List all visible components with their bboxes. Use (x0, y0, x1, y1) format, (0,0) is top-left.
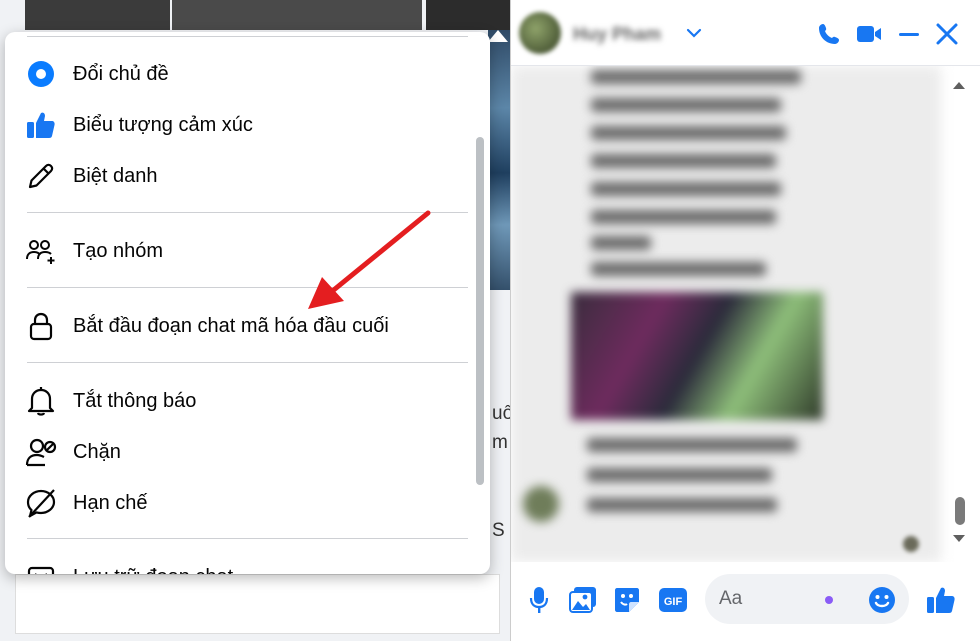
blurred-message-line (591, 210, 776, 224)
create-group-icon (21, 231, 61, 271)
gif-label: GIF (664, 596, 683, 608)
blurred-message-line (587, 468, 772, 482)
contact-name[interactable]: Huy Pham (573, 24, 661, 45)
thumbs-up-icon (21, 105, 61, 145)
blurred-message-line (591, 236, 651, 250)
blurred-message-line (587, 438, 797, 452)
chat-scrollbar-track[interactable] (951, 66, 977, 562)
blurred-message-line (591, 70, 801, 84)
blurred-message-line (591, 154, 776, 168)
background-image-strip (426, 0, 510, 30)
read-receipt-avatar (903, 536, 919, 552)
menu-item-restrict[interactable]: Hạn chế (21, 480, 466, 526)
menu-item-label: Tắt thông báo (73, 389, 197, 412)
chat-header: Huy Pham (511, 0, 980, 66)
chevron-down-icon[interactable] (683, 22, 705, 44)
scroll-up-icon[interactable] (952, 80, 966, 90)
chat-scrollbar-thumb[interactable] (955, 497, 965, 525)
avatar[interactable] (519, 12, 561, 54)
emoji-icon[interactable] (866, 584, 898, 616)
scroll-down-icon[interactable] (952, 534, 966, 544)
blurred-message-line (587, 498, 777, 512)
menu-item-change-theme[interactable]: Đổi chủ đề (21, 51, 466, 97)
blurred-message-line (591, 126, 786, 140)
photo-icon[interactable] (567, 584, 599, 616)
theme-circle-icon (21, 54, 61, 94)
menu-item-label: Đổi chủ đề (73, 62, 169, 85)
phone-icon[interactable] (815, 20, 843, 48)
archive-icon (21, 557, 61, 574)
menu-item-archive-chat[interactable]: Lưu trữ đoạn chat (21, 554, 466, 574)
background-image-strip (172, 0, 422, 30)
chat-window: Huy Pham GIF Aa (510, 0, 980, 641)
gif-icon[interactable]: GIF (657, 584, 689, 616)
blurred-message-line (591, 98, 781, 112)
background-photo (488, 30, 510, 290)
menu-item-block[interactable]: Chặn (21, 429, 466, 475)
menu-item-label: Biệt danh (73, 164, 158, 187)
menu-divider (27, 36, 468, 37)
background-image-strip (25, 0, 170, 30)
menu-divider (27, 538, 468, 539)
restrict-icon (21, 483, 61, 523)
pencil-icon (21, 156, 61, 196)
menu-item-label: Lưu trữ đoạn chat (73, 566, 233, 575)
menu-pointer (488, 30, 508, 42)
avatar (523, 486, 559, 522)
blurred-shared-image[interactable] (571, 292, 823, 420)
block-user-icon (21, 432, 61, 472)
menu-item-label: Bắt đầu đoạn chat mã hóa đầu cuối (73, 314, 389, 337)
menu-item-label: Tạo nhóm (73, 239, 164, 262)
lock-icon (21, 306, 61, 346)
menu-item-nickname[interactable]: Biệt danh (21, 153, 466, 199)
blurred-message-line (591, 262, 766, 276)
minimize-icon[interactable] (895, 20, 923, 48)
bell-icon (21, 381, 61, 421)
sticker-icon[interactable] (611, 584, 643, 616)
menu-item-emoji[interactable]: Biểu tượng cảm xúc (21, 102, 466, 148)
menu-item-label: Chặn (73, 440, 121, 463)
like-icon[interactable] (925, 584, 957, 616)
video-icon[interactable] (855, 20, 883, 48)
menu-item-label: Hạn chế (73, 491, 148, 514)
menu-item-label: Biểu tượng cảm xúc (73, 113, 253, 136)
blurred-message-line (591, 182, 781, 196)
menu-divider (27, 362, 468, 363)
close-icon[interactable] (933, 20, 961, 48)
background-text-fragment: m (492, 432, 508, 453)
background-card (15, 574, 500, 634)
message-list[interactable] (511, 66, 980, 562)
annotation-arrow-icon (308, 210, 431, 309)
menu-item-mute-notifications[interactable]: Tắt thông báo (21, 378, 466, 424)
microphone-icon[interactable] (523, 584, 555, 616)
typing-indicator-dot (825, 596, 833, 604)
background-text-fragment: S (492, 520, 505, 541)
menu-scrollbar-thumb[interactable] (476, 137, 484, 485)
